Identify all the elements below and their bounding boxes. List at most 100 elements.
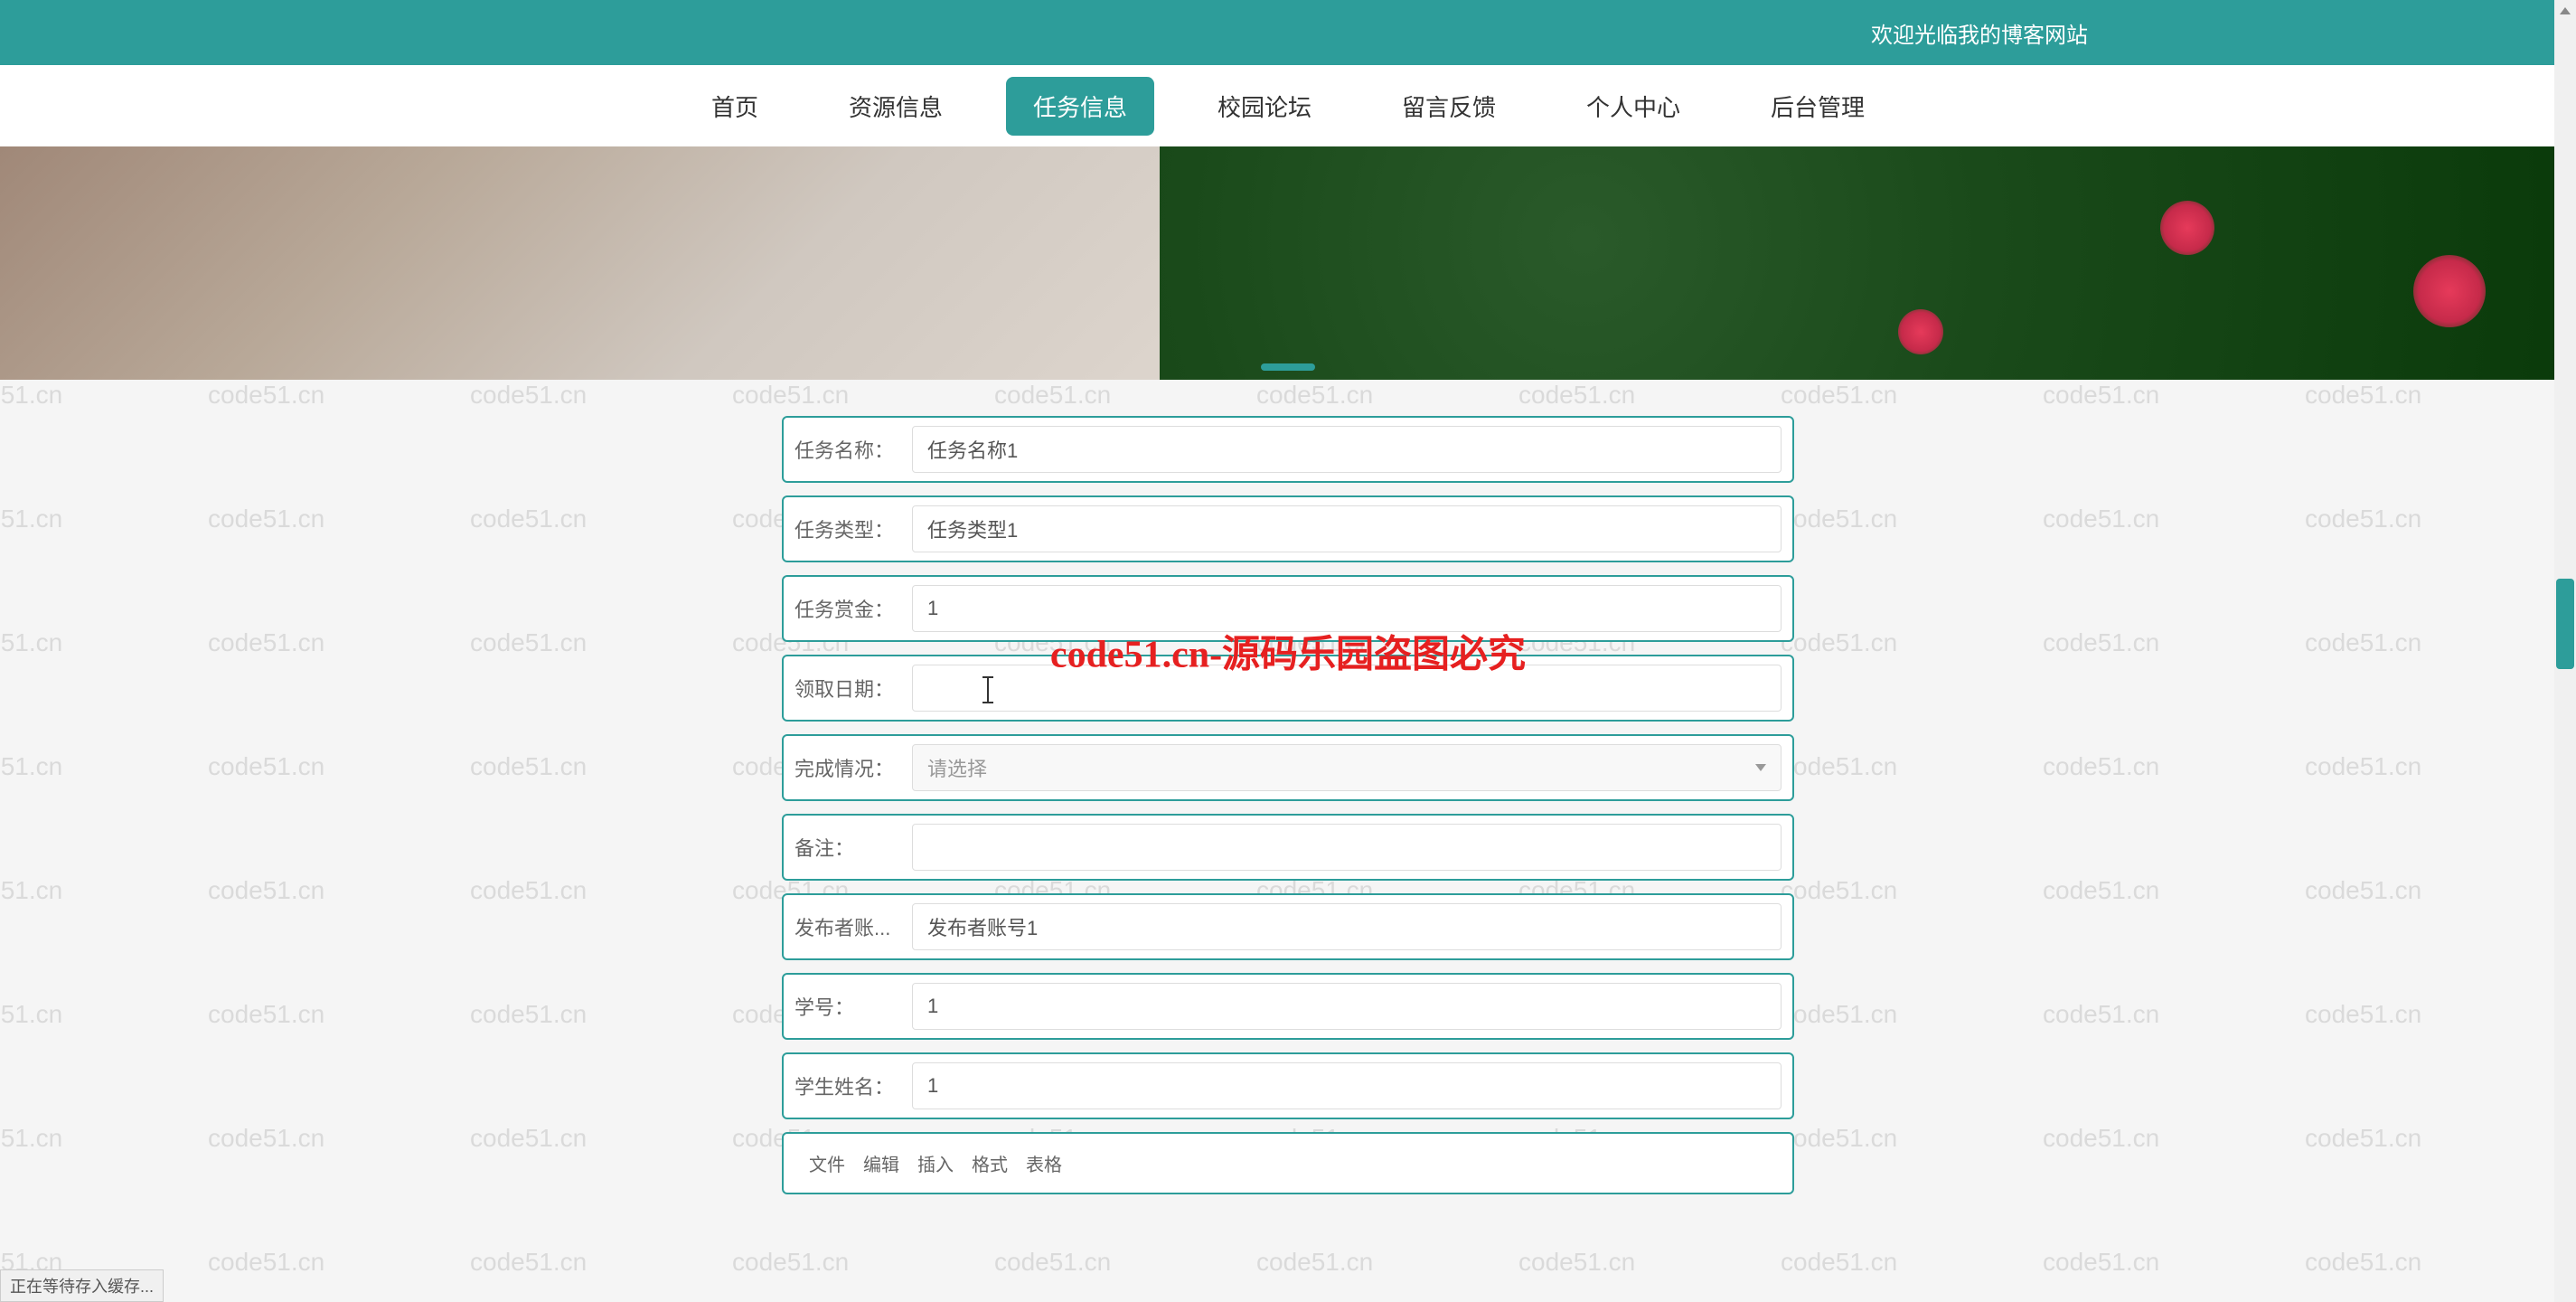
scrollbar-arrow-up-icon[interactable] (2554, 0, 2576, 22)
watermark-text: code51.cn (1781, 628, 1897, 657)
watermark-text: code51.cn (1518, 1248, 1635, 1277)
watermark-text: code51.cn (470, 752, 587, 781)
watermark-text: code51.cn (732, 381, 849, 410)
watermark-text: code51.cn (2305, 752, 2421, 781)
editor-toolbar: 文件 编辑 插入 格式 表格 (794, 1141, 1782, 1185)
watermark-text: code51.cn (208, 505, 324, 533)
watermark-text: code51.cn (2305, 628, 2421, 657)
watermark-text: code51.cn (2043, 628, 2159, 657)
watermark-text: code51.cn (732, 1248, 849, 1277)
label-receive-date: 领取日期： (794, 674, 912, 703)
form-row-task-reward: 任务赏金： (782, 575, 1794, 642)
watermark-text: code51.cn (0, 628, 62, 657)
watermark-text: code51.cn (470, 381, 587, 410)
watermark-text: code51.cn (2043, 1124, 2159, 1153)
editor-menu-insert[interactable]: 插入 (917, 1150, 954, 1176)
form-row-publisher: 发布者账... (782, 893, 1794, 960)
watermark-text: code51.cn (1781, 876, 1897, 905)
nav-task[interactable]: 任务信息 (1006, 77, 1154, 136)
form-row-completion: 完成情况： 请选择 (782, 734, 1794, 801)
watermark-text: code51.cn (470, 1124, 587, 1153)
watermark-text: code51.cn (470, 1248, 587, 1277)
watermark-text: code51.cn (0, 381, 62, 410)
watermark-text: code51.cn (2043, 1248, 2159, 1277)
watermark-text: code51.cn (0, 752, 62, 781)
form-row-student-name: 学生姓名： (782, 1052, 1794, 1119)
watermark-text: code51.cn (2043, 752, 2159, 781)
watermark-text: code51.cn (2043, 505, 2159, 533)
nav-admin[interactable]: 后台管理 (1744, 77, 1892, 136)
form-row-task-type: 任务类型： (782, 495, 1794, 562)
watermark-text: code51.cn (994, 381, 1111, 410)
label-completion: 完成情况： (794, 753, 912, 782)
watermark-text: code51.cn (2305, 1248, 2421, 1277)
label-remark: 备注： (794, 833, 912, 862)
form-row-receive-date: 领取日期： (782, 655, 1794, 722)
banner-indicator[interactable] (1261, 363, 1315, 371)
top-bar: 欢迎光临我的博客网站 (0, 0, 2576, 65)
editor-menu-file[interactable]: 文件 (809, 1150, 845, 1176)
input-receive-date[interactable] (912, 665, 1782, 712)
form-row-remark: 备注： (782, 814, 1794, 881)
watermark-text: code51.cn (2305, 505, 2421, 533)
watermark-text: code51.cn (0, 1124, 62, 1153)
watermark-text: code51.cn (2305, 1000, 2421, 1029)
watermark-text: code51.cn (470, 628, 587, 657)
watermark-text: code51.cn (208, 1248, 324, 1277)
watermark-text: code51.cn (2305, 1124, 2421, 1153)
label-task-type: 任务类型： (794, 514, 912, 543)
nav-resource[interactable]: 资源信息 (822, 77, 970, 136)
watermark-text: code51.cn (1256, 381, 1373, 410)
watermark-text: code51.cn (208, 876, 324, 905)
input-task-type[interactable] (912, 505, 1782, 552)
form-row-student-id: 学号： (782, 973, 1794, 1040)
watermark-text: code51.cn (470, 505, 587, 533)
nav-bar: 首页 资源信息 任务信息 校园论坛 留言反馈 个人中心 后台管理 (0, 65, 2576, 146)
watermark-text: code51.cn (208, 1000, 324, 1029)
label-task-name: 任务名称： (794, 435, 912, 464)
input-remark[interactable] (912, 824, 1782, 871)
nav-feedback[interactable]: 留言反馈 (1375, 77, 1523, 136)
form-row-task-name: 任务名称： (782, 416, 1794, 483)
editor-menu-edit[interactable]: 编辑 (863, 1150, 899, 1176)
nav-home[interactable]: 首页 (684, 77, 785, 136)
watermark-text: code51.cn (1781, 505, 1897, 533)
label-student-name: 学生姓名： (794, 1071, 912, 1100)
watermark-text: code51.cn (470, 876, 587, 905)
input-task-name[interactable] (912, 426, 1782, 473)
select-completion[interactable]: 请选择 (912, 744, 1782, 791)
label-student-id: 学号： (794, 992, 912, 1021)
watermark-text: code51.cn (208, 1124, 324, 1153)
select-completion-placeholder: 请选择 (927, 753, 987, 782)
status-bar: 正在等待存入缓存... (0, 1269, 164, 1302)
watermark-text: code51.cn (2305, 381, 2421, 410)
input-student-name[interactable] (912, 1062, 1782, 1109)
welcome-text: 欢迎光临我的博客网站 (1871, 17, 2088, 49)
scrollbar-thumb[interactable] (2556, 579, 2574, 669)
watermark-text: code51.cn (994, 1248, 1111, 1277)
watermark-text: code51.cn (1781, 752, 1897, 781)
label-task-reward: 任务赏金： (794, 594, 912, 623)
watermark-text: code51.cn (2043, 381, 2159, 410)
watermark-text: code51.cn (0, 876, 62, 905)
nav-forum[interactable]: 校园论坛 (1190, 77, 1339, 136)
watermark-text: code51.cn (2043, 876, 2159, 905)
watermark-text: code51.cn (1518, 381, 1635, 410)
input-publisher[interactable] (912, 903, 1782, 950)
watermark-text: code51.cn (1781, 381, 1897, 410)
scrollbar-track[interactable] (2554, 0, 2576, 1302)
watermark-text: code51.cn (0, 505, 62, 533)
watermark-text: code51.cn (208, 381, 324, 410)
watermark-text: code51.cn (1256, 1248, 1373, 1277)
banner-image (0, 146, 2576, 380)
form-row-editor: 文件 编辑 插入 格式 表格 (782, 1132, 1794, 1194)
input-task-reward[interactable] (912, 585, 1782, 632)
editor-menu-format[interactable]: 格式 (972, 1150, 1008, 1176)
watermark-text: code51.cn (1781, 1248, 1897, 1277)
editor-menu-table[interactable]: 表格 (1026, 1150, 1062, 1176)
nav-personal[interactable]: 个人中心 (1559, 77, 1707, 136)
input-student-id[interactable] (912, 983, 1782, 1030)
watermark-text: code51.cn (0, 1000, 62, 1029)
label-publisher: 发布者账... (794, 912, 912, 941)
watermark-text: code51.cn (2305, 876, 2421, 905)
